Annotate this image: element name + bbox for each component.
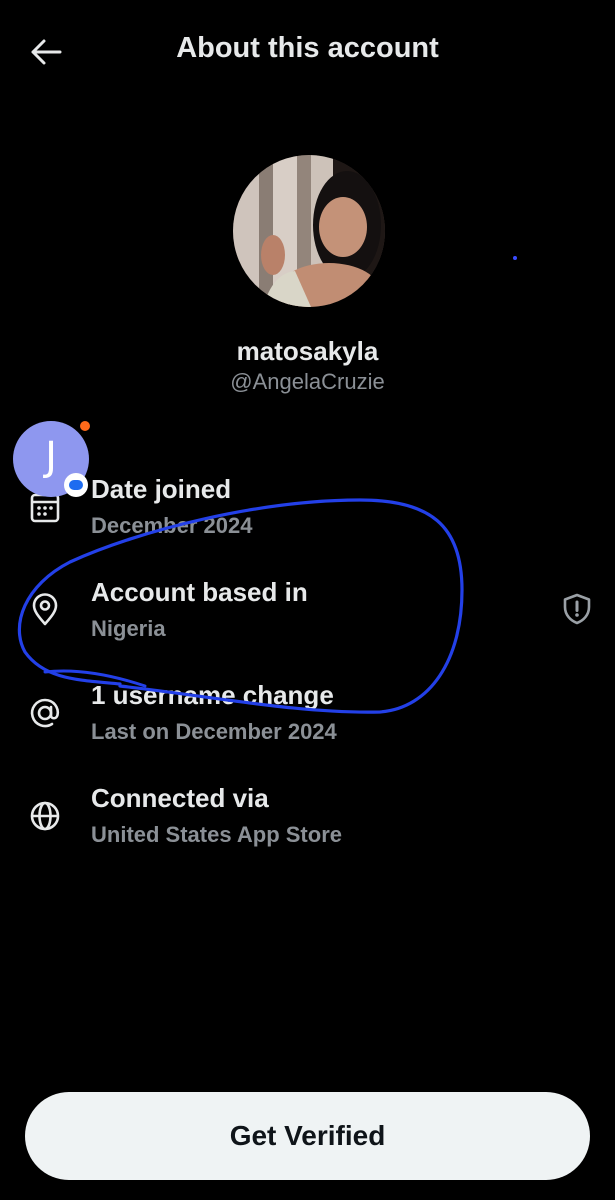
row-title: 1 username change	[91, 680, 334, 710]
header-bar: About this account	[0, 0, 615, 104]
globe-icon	[26, 797, 64, 835]
username-handle: @AngelaCruzie	[230, 369, 385, 394]
page-title: About this account	[176, 32, 439, 64]
at-sign-icon	[26, 694, 64, 732]
detail-row-account-based-in: Account based in Nigeria	[0, 573, 615, 663]
chat-badge-icon	[64, 473, 88, 497]
get-verified-button[interactable]: Get Verified	[25, 1092, 590, 1180]
row-subtitle: Last on December 2024	[91, 719, 337, 744]
row-subtitle: Nigeria	[91, 616, 166, 641]
shield-info-button[interactable]	[558, 590, 596, 628]
row-title: Account based in	[91, 577, 308, 607]
display-name: matosakyla	[236, 336, 379, 366]
notification-dot	[80, 421, 90, 431]
detail-row-connected-via: Connected via United States App Store	[0, 779, 615, 869]
chat-head-initial: J	[45, 434, 57, 480]
detail-row-username-change: 1 username change Last on December 2024	[0, 676, 615, 766]
row-title: Connected via	[91, 783, 269, 813]
row-subtitle: United States App Store	[91, 822, 342, 847]
row-subtitle: December 2024	[91, 513, 253, 538]
location-pin-icon	[26, 591, 64, 629]
detail-row-date-joined: Date joined December 2024	[0, 470, 615, 560]
stray-dot	[513, 256, 517, 260]
profile-avatar[interactable]	[233, 155, 385, 307]
avatar-photo	[233, 155, 385, 307]
shield-exclamation-icon	[563, 593, 591, 625]
row-title: Date joined	[91, 474, 232, 504]
